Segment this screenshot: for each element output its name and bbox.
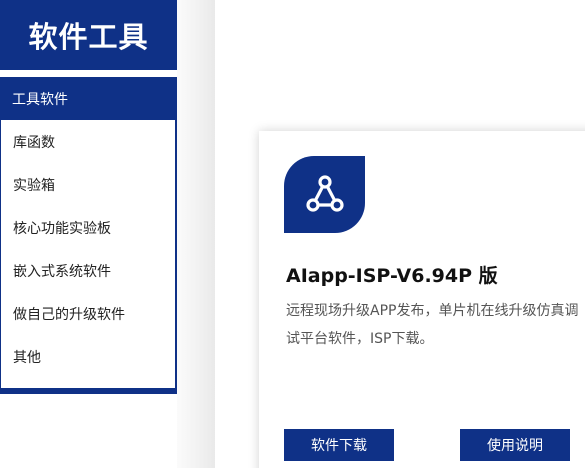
sidebar: 软件工具 工具软件 库函数 实验箱 核心功能实验板 嵌入式系统软件 做自己的升级… bbox=[0, 0, 177, 394]
sidebar-item-core-board[interactable]: 核心功能实验板 bbox=[1, 206, 175, 249]
sidebar-divider bbox=[0, 70, 177, 77]
sidebar-item-own-upgrade-software[interactable]: 做自己的升级软件 bbox=[1, 292, 175, 335]
sidebar-menu: 工具软件 库函数 实验箱 核心功能实验板 嵌入式系统软件 做自己的升级软件 其他 bbox=[0, 77, 177, 378]
sidebar-title: 软件工具 bbox=[28, 20, 149, 54]
manual-button[interactable]: 使用说明 bbox=[460, 429, 570, 461]
card-description: 远程现场升级APP发布，单片机在线升级仿真调试平台软件，ISP下载。 bbox=[286, 303, 579, 347]
page: 软件工具 工具软件 库函数 实验箱 核心功能实验板 嵌入式系统软件 做自己的升级… bbox=[0, 0, 585, 468]
card-title: AIapp-ISP-V6.94P 版 bbox=[286, 265, 498, 287]
content-shadow bbox=[177, 0, 215, 468]
sidebar-item-label: 核心功能实验板 bbox=[13, 220, 111, 237]
software-card: AIapp-ISP-V6.94P 版 远程现场升级APP发布，单片机在线升级仿真… bbox=[259, 131, 585, 468]
sidebar-item-tool-software[interactable]: 工具软件 bbox=[0, 77, 177, 120]
sidebar-item-label: 工具软件 bbox=[12, 91, 68, 108]
sidebar-item-label: 嵌入式系统软件 bbox=[13, 263, 111, 280]
download-button[interactable]: 软件下载 bbox=[284, 429, 394, 461]
sidebar-item-label: 实验箱 bbox=[13, 177, 55, 194]
sidebar-item-label: 其他 bbox=[13, 349, 41, 366]
sidebar-item-experiment-box[interactable]: 实验箱 bbox=[1, 163, 175, 206]
sidebar-item-other[interactable]: 其他 bbox=[1, 335, 175, 378]
sidebar-item-label: 库函数 bbox=[13, 134, 55, 151]
sidebar-item-library-functions[interactable]: 库函数 bbox=[1, 120, 175, 163]
sidebar-item-label: 做自己的升级软件 bbox=[13, 306, 125, 323]
sidebar-item-embedded-software[interactable]: 嵌入式系统软件 bbox=[1, 249, 175, 292]
share-network-icon bbox=[284, 156, 365, 233]
sidebar-menu-tail bbox=[1, 378, 175, 388]
share-network-icon-graphic bbox=[305, 174, 344, 212]
